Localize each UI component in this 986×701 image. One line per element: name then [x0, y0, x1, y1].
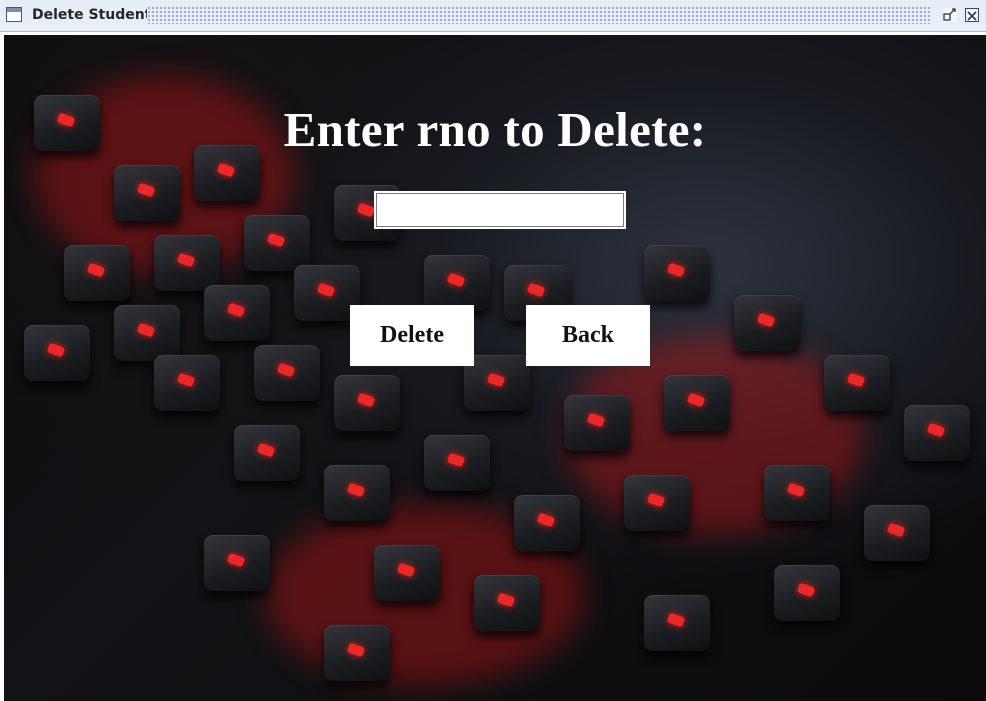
back-button[interactable]: Back: [526, 305, 650, 366]
delete-button[interactable]: Delete: [350, 305, 474, 366]
rno-input[interactable]: [374, 191, 626, 229]
window-title: Delete Student: [32, 7, 152, 23]
window-icon: [6, 7, 22, 22]
close-icon[interactable]: [965, 8, 979, 22]
main-panel: Enter rno to Delete: Delete Back: [4, 35, 986, 701]
restore-icon[interactable]: [943, 8, 957, 22]
delete-prompt-heading: Enter rno to Delete:: [283, 102, 707, 157]
title-bar-texture: [147, 6, 932, 24]
title-bar[interactable]: Delete Student: [0, 0, 986, 32]
